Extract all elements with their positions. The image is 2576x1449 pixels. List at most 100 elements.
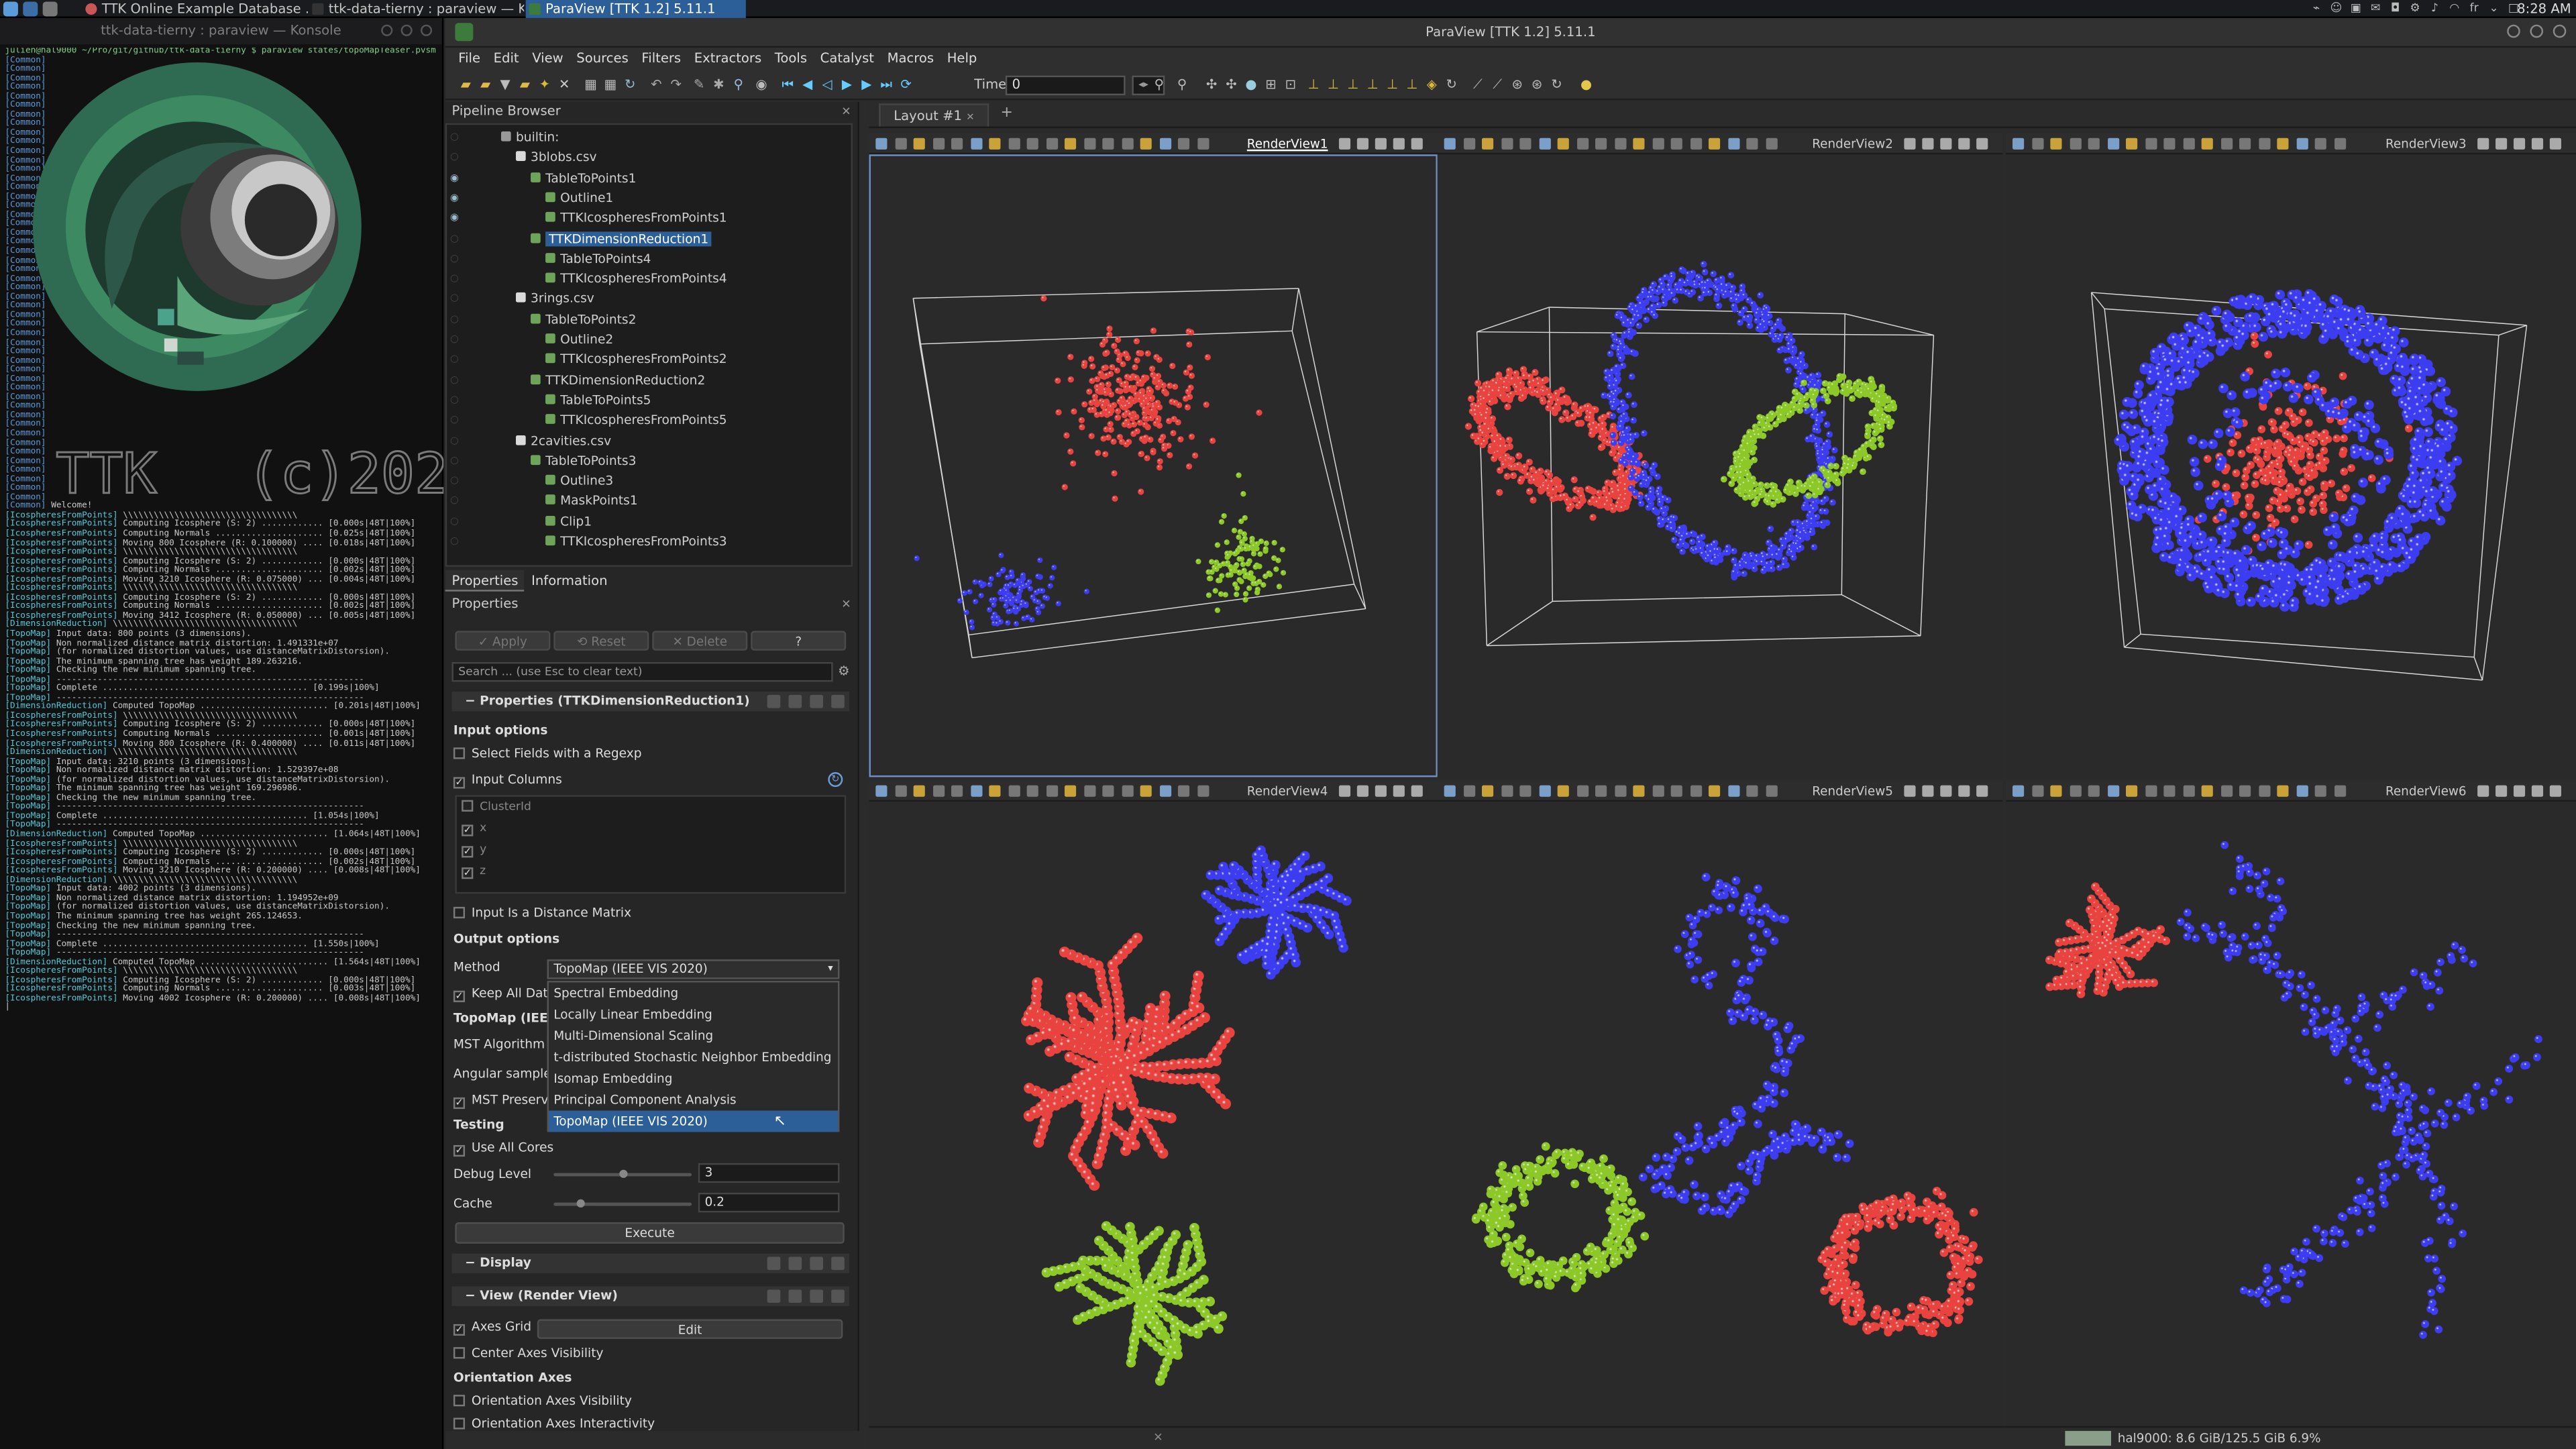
close-view-icon[interactable] [1411,785,1423,797]
menu-file[interactable]: File [451,48,486,70]
view-tool-icon[interactable] [913,785,925,797]
menu-sources[interactable]: Sources [570,48,635,70]
properties-section-header[interactable]: − Properties (TTKDimensionReduction1) [451,692,850,712]
split-view-icon[interactable] [2477,138,2489,150]
dropdown-option[interactable]: Isomap Embedding [549,1068,838,1089]
taskbar-item-browser[interactable]: TTK Online Example Database ... [82,0,309,18]
split-view-icon[interactable] [1940,138,1952,150]
view-tool-icon[interactable] [1652,785,1664,797]
view-tool-icon[interactable] [1670,785,1682,797]
view-tool-icon[interactable] [2201,138,2213,150]
dropdown-option[interactable]: t-distributed Stochastic Neighbor Embedd… [549,1046,838,1068]
input-columns-list[interactable]: ClusterId ✓ x ✓ y ✓ z [455,795,847,894]
panel-close-icon[interactable]: ✕ [841,102,851,121]
split-view-icon[interactable] [1375,138,1387,150]
next-frame-icon[interactable]: ▶ [859,77,874,92]
pick-center-icon[interactable]: ⊡ [1283,77,1298,92]
save-icon[interactable] [831,694,845,708]
macro-icon[interactable]: ✱ [711,77,726,92]
pipeline-item[interactable]: ◉ Outline1 [450,189,613,208]
view-tool-icon[interactable] [1765,785,1777,797]
view-tool-icon[interactable] [989,785,1001,797]
render-canvas[interactable] [869,802,1438,1425]
view-tool-icon[interactable] [1008,138,1020,150]
view-tool-icon[interactable] [1462,138,1474,150]
redo-icon[interactable]: ↷ [669,77,684,92]
split-view-icon[interactable] [1375,785,1387,797]
maximize-view-icon[interactable] [1393,138,1405,150]
menu-macros[interactable]: Macros [881,48,941,70]
close-view-icon[interactable] [1976,785,1988,797]
refresh-icon[interactable] [810,1289,823,1303]
orientation-interactivity-checkbox[interactable]: Orientation Axes Interactivity [453,1415,655,1434]
reset-session-icon[interactable]: ↻ [623,77,637,92]
view-tool-icon[interactable] [1557,785,1569,797]
copy-icon[interactable] [767,1289,781,1303]
view-tool-icon[interactable] [2333,138,2345,150]
view-tool-icon[interactable] [2012,138,2025,150]
view-tool-icon[interactable] [2296,138,2308,150]
maximize-view-icon[interactable] [1958,138,1970,150]
pipeline-item[interactable]: ○ 3rings.csv [450,290,594,309]
dropdown-option[interactable]: TopoMap (IEEE VIS 2020) [548,1110,838,1132]
split-view-icon[interactable] [1338,138,1351,150]
close-view-icon[interactable] [2549,138,2561,150]
view-plus-z-icon[interactable]: ⊥ [1385,77,1400,92]
close-view-icon[interactable] [1976,138,1988,150]
delete-button[interactable]: ✕ Delete [652,631,748,651]
wifi-icon[interactable]: ◠ [2448,1,2461,15]
pipeline-item[interactable]: ○ builtin: [450,128,559,148]
refresh-columns-icon[interactable]: ↻ [828,772,843,788]
checkbox-icon[interactable] [462,800,474,812]
view-tool-icon[interactable] [1689,785,1701,797]
ruler-icon[interactable]: ⟋ [1470,77,1485,92]
slider-handle[interactable] [619,1169,628,1178]
reset-camera-icon[interactable]: ✣ [1204,77,1219,92]
maximize-icon[interactable] [400,24,413,36]
cache-slider[interactable] [553,1199,692,1208]
split-view-icon[interactable] [1904,785,1916,797]
method-select[interactable]: TopoMap (IEEE VIS 2020) ▾ [547,959,840,979]
split-view-icon[interactable] [1338,785,1351,797]
view-tool-icon[interactable] [1140,138,1152,150]
files-icon[interactable] [42,1,58,17]
view-tool-icon[interactable] [1746,785,1758,797]
pipeline-item[interactable]: ○ 2cavities.csv [450,431,611,451]
maximize-view-icon[interactable] [1393,785,1405,797]
center-axes-checkbox[interactable]: Center Axes Visibility [453,1344,604,1363]
display-section-header[interactable]: − Display [451,1253,850,1273]
checkbox-icon[interactable]: ✓ [462,867,474,879]
pipeline-item[interactable]: ○ TableToPoints5 [450,391,651,411]
view-tool-icon[interactable] [1064,785,1077,797]
app-launcher-icon[interactable] [3,1,18,17]
view-tool-icon[interactable] [1557,138,1569,150]
split-view-icon[interactable] [1940,785,1952,797]
view-tool-icon[interactable] [1727,138,1739,150]
render-canvas[interactable] [1437,154,2003,777]
checkbox-icon[interactable]: ✓ [462,846,474,858]
tab-information[interactable]: Information [525,570,614,592]
eye-icon[interactable]: ○ [450,152,460,162]
eye-icon[interactable]: ○ [450,274,460,284]
view-tool-icon[interactable] [951,138,963,150]
eye-icon[interactable]: ○ [450,496,460,506]
pipeline-item[interactable]: ○ MaskPoints1 [450,492,638,511]
render-canvas[interactable] [2006,154,2576,777]
filter-calculator-icon[interactable]: ⊛ [1510,77,1525,92]
view-tool-icon[interactable] [970,785,982,797]
find-data-icon[interactable]: ⚲ [731,77,746,92]
render-canvas[interactable] [1437,802,2003,1425]
pipeline-item[interactable]: ○ TTKDimensionReduction1 [450,229,712,249]
view-tool-icon[interactable] [875,785,888,797]
eye-icon[interactable]: ◉ [450,172,460,182]
menu-tools[interactable]: Tools [768,48,814,70]
show-center-icon[interactable]: ● [1244,77,1258,92]
eye-icon[interactable]: ○ [450,455,460,466]
edit-axes-grid-button[interactable]: Edit [537,1319,843,1339]
view-tool-icon[interactable] [1140,785,1152,797]
close-view-icon[interactable] [1411,138,1423,150]
eye-icon[interactable]: ○ [450,435,460,445]
view-tool-icon[interactable] [1045,785,1057,797]
column-item[interactable]: ClusterId [457,797,845,818]
view-tool-icon[interactable] [1595,138,1607,150]
